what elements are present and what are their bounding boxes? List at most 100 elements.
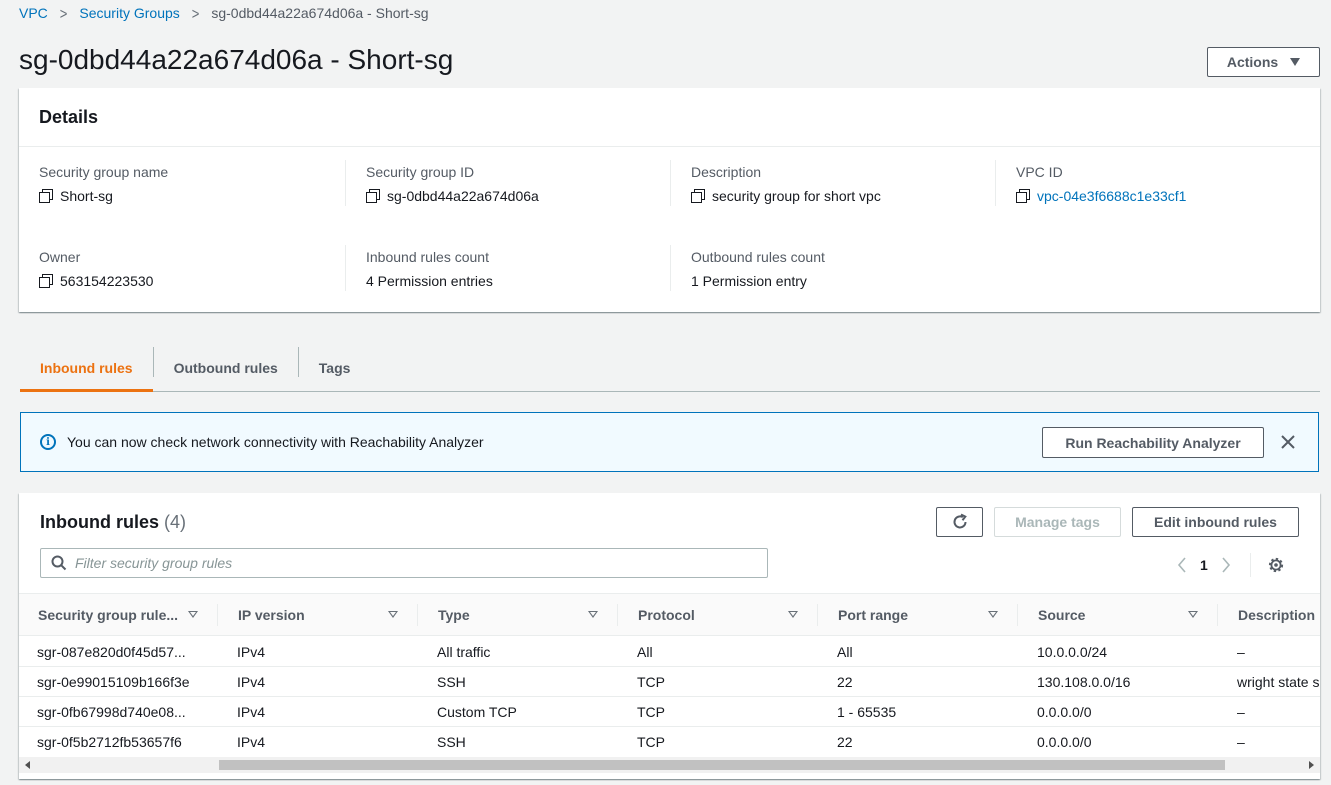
field-value: sg-0dbd44a22a674d06a: [387, 188, 539, 204]
cell-rule-id: sgr-0e99015109b166f3e: [37, 674, 190, 690]
table-row[interactable]: sgr-0fb67998d740e08... IPv4 Custom TCP T…: [19, 697, 1320, 727]
column-header-type[interactable]: Type: [438, 594, 470, 636]
scroll-left-icon[interactable]: [25, 761, 30, 769]
field-inbound-rules-count: Inbound rules count 4 Permission entries: [345, 245, 645, 291]
cell-ip-version: IPv4: [237, 734, 266, 750]
cell-source: 130.108.0.0/16: [1037, 674, 1131, 690]
inbound-rules-count: (4): [164, 512, 187, 532]
cell-port-range: 22: [837, 734, 853, 750]
pager-divider: [1249, 553, 1251, 577]
table-row[interactable]: sgr-0f5b2712fb53657f6 IPv4 SSH TCP 22 0.…: [19, 727, 1320, 757]
field-value: security group for short vpc: [712, 188, 881, 204]
cell-source: 10.0.0.0/24: [1037, 644, 1108, 660]
field-outbound-rules-count: Outbound rules count 1 Permission entry: [670, 245, 970, 291]
column-divider[interactable]: [617, 604, 618, 626]
chevron-right-icon[interactable]: [1220, 556, 1232, 574]
cell-port-range: All: [837, 644, 853, 660]
refresh-icon: [953, 513, 967, 529]
copy-icon[interactable]: [39, 274, 53, 288]
tab-outbound-rules[interactable]: Outbound rules: [154, 344, 298, 391]
cell-ip-version: IPv4: [237, 644, 266, 660]
tab-tags[interactable]: Tags: [299, 344, 371, 391]
gear-icon[interactable]: [1267, 556, 1285, 574]
column-header-ip-version[interactable]: IP version: [238, 594, 305, 636]
close-icon[interactable]: [1278, 432, 1298, 452]
details-panel: Details Security group name Short-sg Sec…: [19, 88, 1320, 312]
column-divider[interactable]: [1017, 604, 1018, 626]
inbound-rules-heading: Inbound rules (4): [40, 512, 186, 533]
field-value: 4 Permission entries: [366, 273, 493, 289]
breadcrumb-link-security-groups[interactable]: Security Groups: [79, 5, 179, 21]
column-header-port-range[interactable]: Port range: [838, 594, 908, 636]
cell-source: 0.0.0.0/0: [1037, 734, 1092, 750]
cell-description: wright state sub: [1237, 674, 1320, 690]
cell-rule-id: sgr-0fb67998d740e08...: [37, 704, 186, 720]
cell-port-range: 1 - 65535: [837, 704, 897, 720]
inbound-rules-title: Inbound rules: [40, 512, 159, 532]
run-reachability-analyzer-button[interactable]: Run Reachability Analyzer: [1042, 427, 1264, 458]
actions-button[interactable]: Actions: [1207, 47, 1320, 77]
filter-search-box: [40, 548, 768, 578]
column-divider[interactable]: [417, 604, 418, 626]
column-divider[interactable]: [217, 604, 218, 626]
table-row[interactable]: sgr-087e820d0f45d57... IPv4 All traffic …: [19, 637, 1320, 667]
cell-rule-id: sgr-0f5b2712fb53657f6: [37, 734, 182, 750]
sort-icon[interactable]: [388, 611, 398, 618]
edit-inbound-rules-button[interactable]: Edit inbound rules: [1132, 507, 1299, 537]
field-label: Inbound rules count: [366, 249, 489, 265]
page-title: sg-0dbd44a22a674d06a - Short-sg: [19, 44, 454, 75]
breadcrumb: VPC > Security Groups > sg-0dbd44a22a674…: [19, 4, 429, 22]
field-security-group-id: Security group ID sg-0dbd44a22a674d06a: [345, 160, 645, 206]
column-header-protocol[interactable]: Protocol: [638, 594, 695, 636]
sort-icon[interactable]: [588, 611, 598, 618]
page-number[interactable]: 1: [1200, 557, 1208, 573]
manage-tags-button[interactable]: Manage tags: [994, 507, 1121, 537]
column-divider[interactable]: [817, 604, 818, 626]
sort-icon[interactable]: [1188, 611, 1198, 618]
chevron-right-icon: >: [59, 4, 68, 22]
sort-icon[interactable]: [788, 611, 798, 618]
field-label: Security group name: [39, 164, 169, 180]
cell-description: –: [1237, 734, 1245, 750]
column-header-source[interactable]: Source: [1038, 594, 1085, 636]
cell-protocol: TCP: [637, 704, 665, 720]
tab-bar: Inbound rules Outbound rules Tags: [20, 344, 1320, 392]
cell-source: 0.0.0.0/0: [1037, 704, 1092, 720]
cell-ip-version: IPv4: [237, 674, 266, 690]
scroll-right-icon[interactable]: [1309, 761, 1314, 769]
field-security-group-name: Security group name Short-sg: [39, 164, 339, 204]
field-label: Outbound rules count: [691, 249, 825, 265]
cell-rule-id: sgr-087e820d0f45d57...: [37, 644, 186, 660]
field-label: VPC ID: [1016, 164, 1063, 180]
copy-icon[interactable]: [691, 189, 705, 203]
filter-rules-input[interactable]: [75, 555, 735, 571]
field-value: Short-sg: [60, 188, 113, 204]
scrollbar-thumb[interactable]: [219, 760, 1225, 770]
caret-down-icon: [1290, 58, 1301, 66]
cell-port-range: 22: [837, 674, 853, 690]
vpc-id-link[interactable]: vpc-04e3f6688c1e33cf1: [1037, 188, 1186, 204]
chevron-left-icon[interactable]: [1176, 556, 1188, 574]
cell-type: All traffic: [437, 644, 491, 660]
copy-icon[interactable]: [1016, 189, 1030, 203]
actions-label: Actions: [1226, 54, 1279, 70]
column-header-description[interactable]: Description: [1238, 594, 1315, 636]
breadcrumb-link-vpc[interactable]: VPC: [19, 5, 48, 21]
refresh-button[interactable]: [936, 507, 983, 537]
inbound-rules-panel: Inbound rules (4) Manage tags Edit inbou…: [19, 493, 1320, 779]
cell-type: SSH: [437, 734, 466, 750]
column-header-rule-id[interactable]: Security group rule...: [38, 594, 178, 636]
field-vpc-id: VPC ID vpc-04e3f6688c1e33cf1: [995, 160, 1295, 206]
search-icon: [51, 555, 67, 571]
column-divider[interactable]: [1217, 604, 1218, 626]
copy-icon[interactable]: [39, 189, 53, 203]
field-label: Security group ID: [366, 164, 475, 180]
sort-icon[interactable]: [988, 611, 998, 618]
copy-icon[interactable]: [366, 189, 380, 203]
horizontal-scrollbar[interactable]: [19, 757, 1320, 773]
sort-icon[interactable]: [188, 611, 198, 618]
cell-protocol: All: [637, 644, 653, 660]
table-row[interactable]: sgr-0e99015109b166f3e IPv4 SSH TCP 22 13…: [19, 667, 1320, 697]
cell-description: –: [1237, 704, 1245, 720]
tab-inbound-rules[interactable]: Inbound rules: [20, 344, 153, 392]
